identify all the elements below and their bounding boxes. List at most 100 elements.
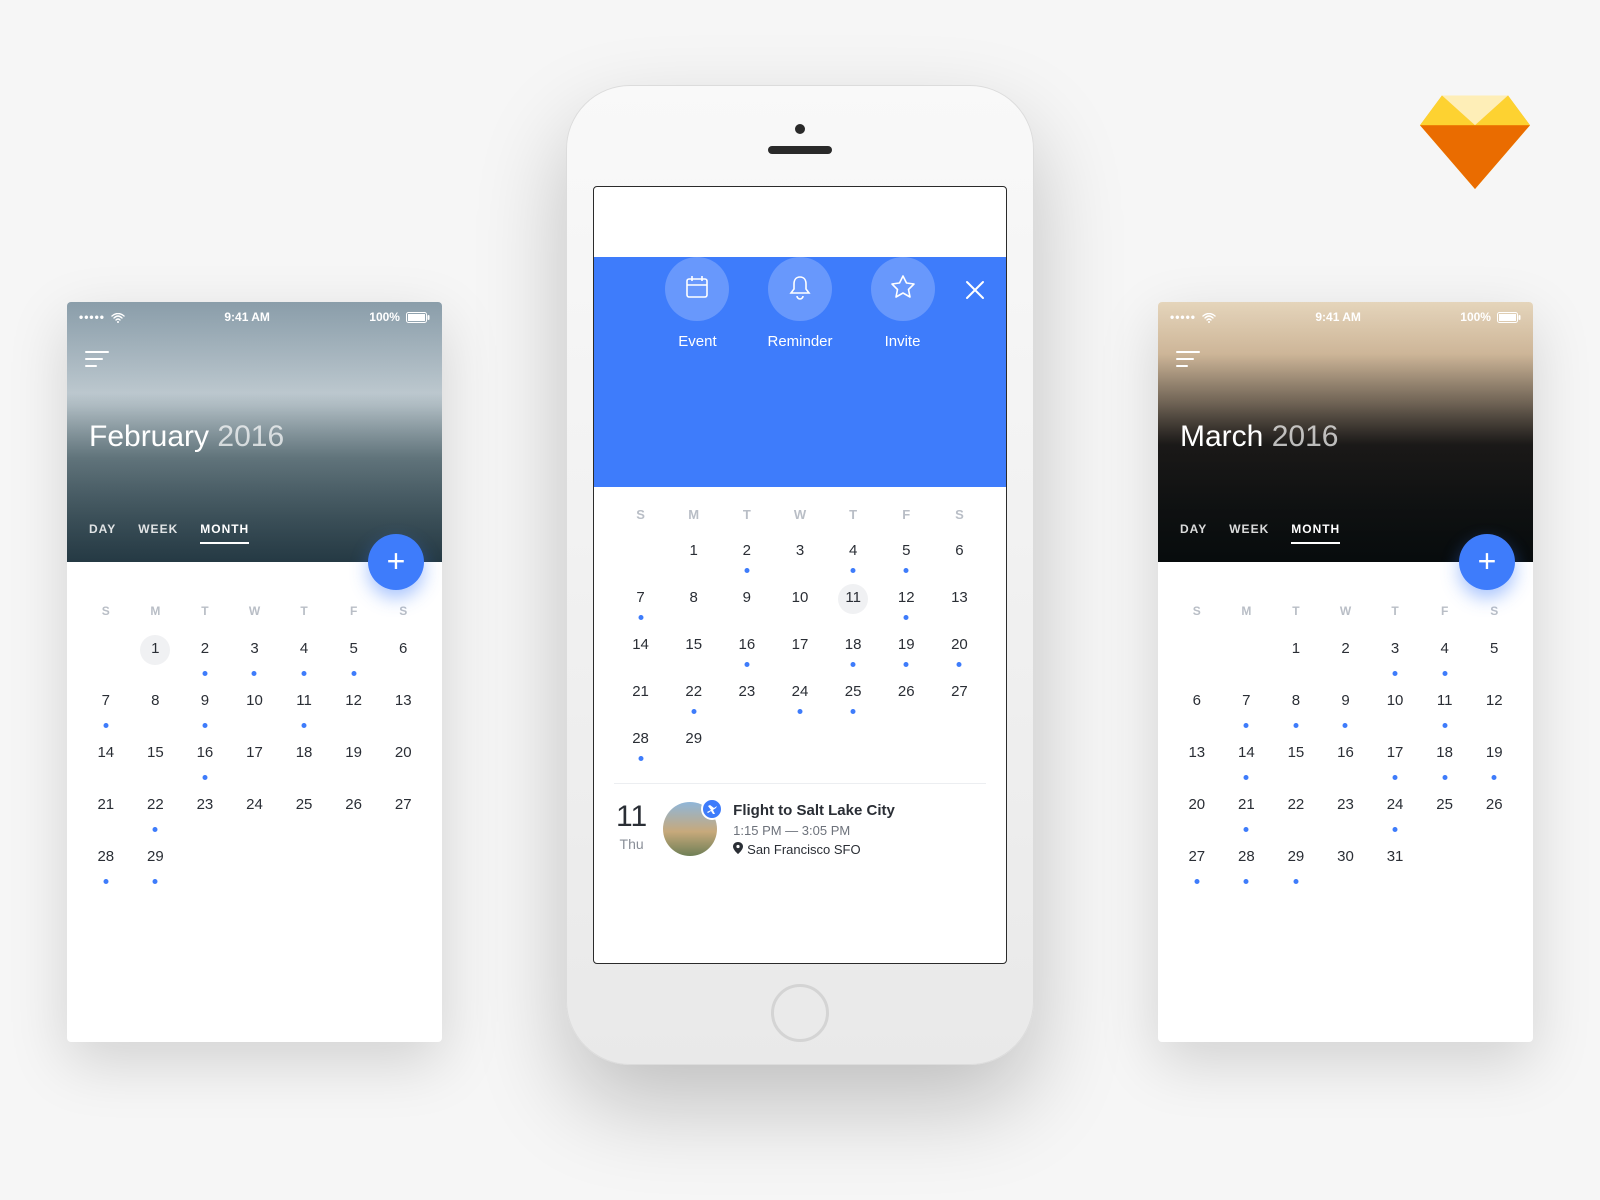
calendar-cell[interactable]: 20 [933, 628, 986, 675]
calendar-cell[interactable]: 12 [1469, 684, 1519, 736]
calendar-cell[interactable]: 15 [1271, 736, 1321, 788]
calendar-cell[interactable]: 17 [773, 628, 826, 675]
calendar-cell[interactable]: 24 [230, 788, 280, 840]
calendar-cell[interactable]: 14 [614, 628, 667, 675]
calendar-cell[interactable]: 2 [180, 632, 230, 684]
calendar-cell[interactable]: 19 [1469, 736, 1519, 788]
calendar-cell[interactable]: 27 [933, 675, 986, 722]
calendar-cell[interactable]: 8 [667, 581, 720, 628]
calendar-cell[interactable]: 7 [614, 581, 667, 628]
calendar-cell[interactable]: 21 [614, 675, 667, 722]
calendar-cell[interactable]: 28 [1222, 840, 1272, 892]
calendar-cell[interactable]: 4 [279, 632, 329, 684]
calendar-cell[interactable]: 13 [378, 684, 428, 736]
calendar-cell[interactable]: 23 [180, 788, 230, 840]
calendar-cell[interactable]: 3 [773, 534, 826, 581]
tab-day[interactable]: DAY [1180, 522, 1207, 544]
calendar-cell[interactable]: 31 [1370, 840, 1420, 892]
tab-month[interactable]: MONTH [1291, 522, 1340, 544]
calendar-cell[interactable]: 20 [1172, 788, 1222, 840]
tab-day[interactable]: DAY [89, 522, 116, 544]
tab-week[interactable]: WEEK [1229, 522, 1269, 544]
calendar-cell[interactable]: 13 [1172, 736, 1222, 788]
calendar-cell[interactable]: 18 [1420, 736, 1470, 788]
calendar-cell[interactable]: 10 [1370, 684, 1420, 736]
calendar-cell[interactable]: 4 [827, 534, 880, 581]
calendar-cell[interactable]: 11 [279, 684, 329, 736]
calendar-cell[interactable]: 25 [827, 675, 880, 722]
calendar-cell[interactable]: 25 [279, 788, 329, 840]
calendar-cell[interactable]: 9 [720, 581, 773, 628]
calendar-cell[interactable]: 2 [1321, 632, 1371, 684]
calendar-cell[interactable]: 1 [667, 534, 720, 581]
calendar-cell[interactable]: 22 [1271, 788, 1321, 840]
calendar-cell[interactable]: 10 [773, 581, 826, 628]
event-row[interactable]: 11 Thu Flight to Salt Lake City 1:15 PM … [594, 784, 1006, 875]
calendar-cell[interactable]: 8 [1271, 684, 1321, 736]
calendar-cell[interactable]: 3 [230, 632, 280, 684]
calendar-cell[interactable]: 17 [230, 736, 280, 788]
calendar-cell[interactable]: 29 [667, 722, 720, 769]
calendar-cell[interactable]: 19 [880, 628, 933, 675]
calendar-cell[interactable]: 1 [1271, 632, 1321, 684]
calendar-cell[interactable]: 9 [180, 684, 230, 736]
calendar-cell[interactable]: 11 [1420, 684, 1470, 736]
action-reminder[interactable]: Reminder [767, 257, 832, 350]
calendar-cell[interactable]: 16 [1321, 736, 1371, 788]
calendar-cell[interactable]: 28 [81, 840, 131, 892]
calendar-cell[interactable]: 6 [378, 632, 428, 684]
calendar-cell[interactable]: 10 [230, 684, 280, 736]
calendar-cell[interactable]: 3 [1370, 632, 1420, 684]
calendar-cell[interactable]: 9 [1321, 684, 1371, 736]
calendar-cell[interactable]: 24 [773, 675, 826, 722]
calendar-cell[interactable]: 1 [131, 632, 181, 684]
calendar-cell[interactable]: 17 [1370, 736, 1420, 788]
calendar-cell[interactable]: 23 [1321, 788, 1371, 840]
calendar-cell[interactable]: 18 [279, 736, 329, 788]
calendar-cell[interactable]: 18 [827, 628, 880, 675]
menu-button[interactable] [1176, 346, 1200, 372]
tab-week[interactable]: WEEK [138, 522, 178, 544]
calendar-cell[interactable]: 4 [1420, 632, 1470, 684]
calendar-cell[interactable]: 6 [1172, 684, 1222, 736]
action-event[interactable]: Event [665, 257, 729, 350]
calendar-cell[interactable]: 13 [933, 581, 986, 628]
calendar-cell[interactable]: 22 [131, 788, 181, 840]
calendar-cell[interactable]: 19 [329, 736, 379, 788]
calendar-cell[interactable]: 6 [933, 534, 986, 581]
calendar-cell[interactable]: 16 [720, 628, 773, 675]
calendar-cell[interactable]: 26 [880, 675, 933, 722]
calendar-cell[interactable]: 7 [81, 684, 131, 736]
calendar-cell[interactable]: 5 [1469, 632, 1519, 684]
calendar-cell[interactable]: 2 [720, 534, 773, 581]
calendar-cell[interactable]: 24 [1370, 788, 1420, 840]
calendar-cell[interactable]: 22 [667, 675, 720, 722]
menu-button[interactable] [85, 346, 109, 372]
calendar-cell[interactable]: 21 [81, 788, 131, 840]
calendar-cell[interactable]: 27 [1172, 840, 1222, 892]
calendar-cell[interactable]: 12 [880, 581, 933, 628]
calendar-cell[interactable]: 16 [180, 736, 230, 788]
calendar-cell[interactable]: 15 [131, 736, 181, 788]
calendar-cell[interactable]: 23 [720, 675, 773, 722]
calendar-cell[interactable]: 14 [81, 736, 131, 788]
calendar-cell[interactable]: 12 [329, 684, 379, 736]
tab-month[interactable]: MONTH [200, 522, 249, 544]
calendar-cell[interactable]: 7 [1222, 684, 1272, 736]
add-button[interactable]: + [1459, 534, 1515, 590]
calendar-cell[interactable]: 29 [131, 840, 181, 892]
calendar-cell[interactable]: 14 [1222, 736, 1272, 788]
calendar-cell[interactable]: 15 [667, 628, 720, 675]
close-button[interactable] [964, 277, 986, 308]
calendar-cell[interactable]: 26 [1469, 788, 1519, 840]
calendar-cell[interactable]: 20 [378, 736, 428, 788]
calendar-cell[interactable]: 8 [131, 684, 181, 736]
home-button[interactable] [771, 984, 829, 1042]
calendar-cell[interactable]: 21 [1222, 788, 1272, 840]
calendar-cell[interactable]: 5 [880, 534, 933, 581]
calendar-cell[interactable]: 26 [329, 788, 379, 840]
calendar-cell[interactable]: 28 [614, 722, 667, 769]
calendar-cell[interactable]: 11 [827, 581, 880, 628]
calendar-cell[interactable]: 5 [329, 632, 379, 684]
calendar-cell[interactable]: 30 [1321, 840, 1371, 892]
